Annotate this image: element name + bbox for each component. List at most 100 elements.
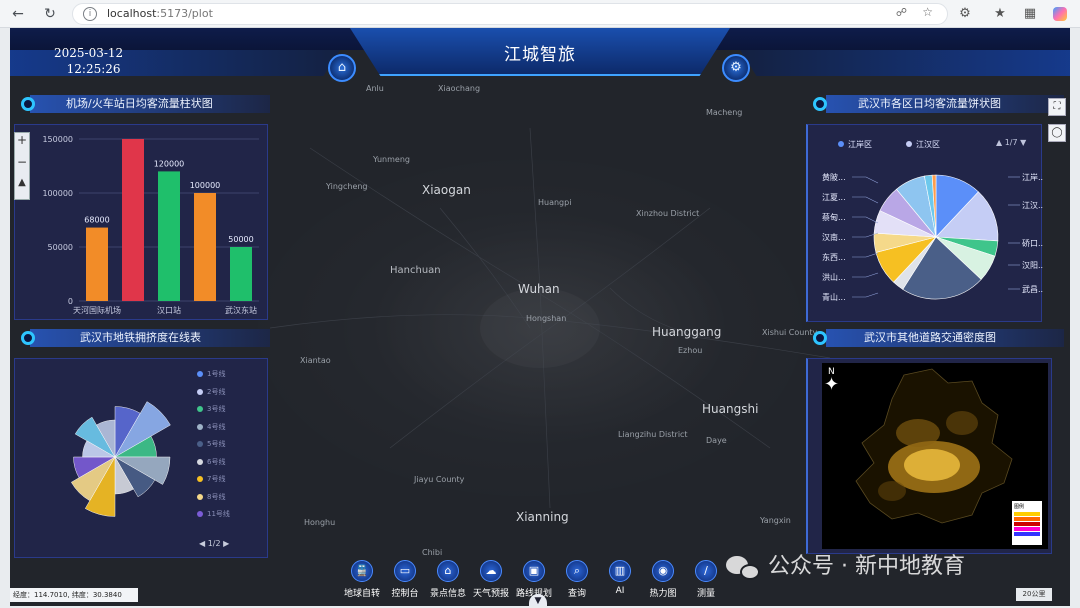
pie-label: 江汉... [1022,201,1044,210]
legend-label: 2号线 [207,387,226,396]
pie-panel-header: 武汉市各区日均客流量饼状图 [810,92,1066,116]
bookmark-star-icon[interactable]: ☆ [922,5,933,19]
pie-label: 江岸... [1022,173,1044,182]
layers-icon: ◯ [1051,127,1063,138]
place-label: Jiayu County [414,475,465,484]
coordinate-readout: 经度：114.7010, 纬度：30.3840 [10,588,138,602]
compass-button[interactable]: ▲ [15,177,29,199]
collapse-toolbar-button[interactable]: ▼ [529,594,547,606]
legend-label: 11号线 [207,510,230,518]
bar-data-label: 50000 [228,235,253,244]
y-tick-label: 50000 [48,243,73,252]
rose-legend-item[interactable]: 5号线 [197,439,225,449]
rose-legend-item[interactable]: 2号线 [197,387,225,397]
toolbar-item[interactable]: ▥ AI [598,560,642,606]
weather-icon: ☁ [480,560,502,582]
toolbar-item[interactable]: ◉ 热力图 [641,560,685,606]
place-label: Xishui County [762,328,818,337]
density-panel-title: 武汉市其他道路交通密度图 [864,331,996,344]
extensions-icon[interactable]: ⚙ [955,4,975,24]
legend-dot-icon [197,371,203,377]
legend-dot-icon [197,511,203,517]
title-dot-icon [21,97,35,111]
rose-chart-panel: 1号线 2号线 3号线 4号线 5号线 6号线 7号线 8号线 11号线 ◀ 1/2 ▶ [14,358,268,558]
rose-chart [70,401,171,517]
zoom-in-button[interactable]: + [15,133,29,155]
legend-label: 4号线 [207,422,226,431]
rose-pager[interactable]: ◀ 1/2 ▶ [199,539,229,548]
toolbar-item[interactable]: ⌂ 景点信息 [426,560,470,606]
page-title: 江城智旅 [504,45,576,65]
bar[interactable] [86,227,108,301]
legend-dot-icon [197,493,203,500]
heatmap-icon: ◉ [652,560,674,582]
pie-label: 青山... [822,292,846,302]
density-map: N ✦ 图例 [822,363,1048,549]
pie-label: 江夏... [822,193,846,202]
home-button[interactable]: ⌂ [328,54,356,82]
header-wing-right [740,50,1070,76]
density-legend: 图例 [1012,501,1042,545]
scale-bar: 20公里 [1016,588,1052,601]
reload-icon[interactable]: ↻ [40,4,60,24]
rose-legend-item[interactable]: 1号线 [197,369,225,379]
place-label: Macheng [706,108,743,117]
bar[interactable] [194,193,216,301]
rose-panel-title: 武汉市地铁拥挤度在线表 [80,331,201,344]
toolbar-item-label: AI [615,586,625,596]
fullscreen-icon: ⛶ [1053,101,1061,112]
bar-chart: 0 50000 100000 150000 68000 120000 100000 50000… [42,135,259,315]
fullscreen-button[interactable]: ⛶ [1048,98,1066,116]
zoom-out-button[interactable]: − [15,155,29,177]
rose-legend-item[interactable]: 6号线 [197,457,225,467]
pie-label-line [852,216,879,224]
metro-icon: ▣ [523,560,545,582]
density-panel: N ✦ 图例 [806,358,1052,554]
x-tick-label: 汉口站 [157,305,181,315]
place-label: Yangxin [760,516,791,525]
toolbar-item[interactable]: 🚆 地球自转 [340,560,384,606]
translate-icon[interactable]: ☍ [896,6,907,19]
pie-label: 洪山... [822,272,846,282]
datetime: 2025-03-12 12:25:26 [54,45,123,77]
bar-data-label: 120000 [154,159,185,168]
pie-label: 东西... [822,252,846,262]
legend-dot-icon [197,423,203,430]
toolbar-item[interactable]: ☁ 天气预报 [469,560,513,606]
bar[interactable] [122,139,144,301]
address-bar[interactable]: i localhost:5173/plot ☍ ☆ [72,3,948,25]
back-arrow-icon[interactable]: ← [8,4,28,24]
toolbar-item[interactable]: ∕ 测量 [684,560,728,606]
pie-label-line [852,176,879,184]
layers-button[interactable]: ◯ [1048,124,1066,142]
rose-legend-item[interactable]: 8号线 [197,492,225,502]
browser-toolbar: ← ↻ i localhost:5173/plot ☍ ☆ ⚙ ★ ▦ [0,0,1080,28]
legend-label: 6号线 [207,457,226,466]
bar[interactable] [230,247,252,301]
y-tick-label: 100000 [42,189,73,198]
y-tick-label: 150000 [42,135,73,144]
density-panel-header: 武汉市其他道路交通密度图 [810,326,1066,350]
place-label: Hongshan [526,314,567,323]
rose-legend-item[interactable]: 3号线 [197,404,225,414]
settings-button[interactable]: ⚙ [722,54,750,82]
rose-legend-item[interactable]: 11号线 [197,509,230,519]
pie-label: 黄陂... [822,172,846,182]
toolbar-item[interactable]: ▭ 控制台 [383,560,427,606]
north-arrow-icon: N ✦ [824,367,840,395]
place-label: Huanggang [652,325,722,339]
pie-label: 硚口... [1022,239,1044,248]
rose-legend-item[interactable]: 7号线 [197,474,225,484]
collections-icon[interactable]: ▦ [1020,4,1040,24]
favorites-icon[interactable]: ★ [990,4,1010,24]
bar[interactable] [158,171,180,301]
site-info-icon[interactable]: i [83,7,97,21]
pie-label-line [852,252,879,258]
pie-label: 汉阳... [1022,261,1044,270]
toolbar-item[interactable]: ⌕ 查询 [555,560,599,606]
toolbar-item-label: 热力图 [649,589,677,599]
rose-legend-item[interactable]: 4号线 [197,422,225,432]
copilot-icon[interactable] [1050,4,1070,24]
monitor-icon: ▭ [394,560,416,582]
rose-panel-header: 武汉市地铁拥挤度在线表 [10,326,272,350]
